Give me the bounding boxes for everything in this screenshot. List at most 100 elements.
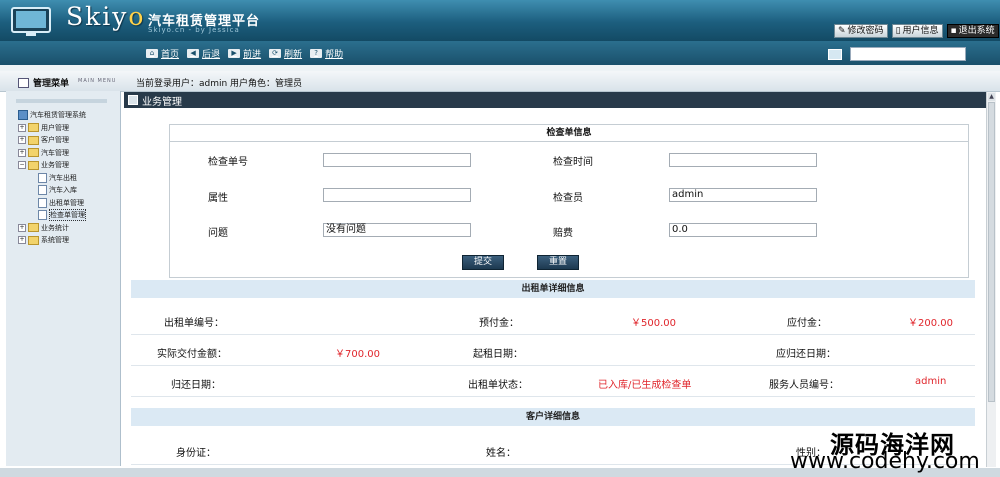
inspector-input[interactable]: admin bbox=[669, 188, 817, 202]
menu-bar: 管理菜单 MAIN MENU 当前登录用户：admin 用户角色：管理员 bbox=[0, 71, 1000, 92]
folder-icon bbox=[28, 135, 39, 145]
home-icon: ⌂ bbox=[146, 49, 158, 58]
home-link[interactable]: ⌂ 首页 bbox=[146, 47, 179, 60]
prepay-value: ￥500.00 bbox=[631, 318, 676, 329]
logout-button[interactable]: ▪ 退出系统 bbox=[946, 24, 999, 38]
current-user-info: 当前登录用户：admin 用户角色：管理员 bbox=[136, 79, 303, 89]
staff-no-label: 服务人员编号： bbox=[769, 380, 839, 391]
document-icon bbox=[38, 172, 47, 183]
main-scrollbar[interactable]: ▲ bbox=[986, 92, 996, 467]
sidebar-item-user-management[interactable]: + 用户管理 bbox=[18, 122, 86, 135]
back-link[interactable]: ◀ 后退 bbox=[187, 47, 220, 60]
open-folder-icon bbox=[28, 160, 39, 170]
sidebar: 汽车租赁管理系统 + 用户管理 + 客户管理 + 汽车管理 − 业务管理 汽车出租 汽车… bbox=[6, 91, 121, 466]
attribute-input[interactable] bbox=[323, 188, 471, 202]
document-icon bbox=[38, 197, 47, 208]
check-time-input[interactable] bbox=[669, 153, 817, 167]
sidebar-item-car-checkin[interactable]: 汽车入库 bbox=[18, 184, 86, 197]
compensation-input[interactable]: 0.0 bbox=[669, 223, 817, 237]
rental-status-label: 出租单状态： bbox=[468, 380, 528, 391]
help-icon: ? bbox=[310, 49, 323, 58]
top-links: ✎ 修改密码 ▯ 用户信息 ▪ 退出系统 bbox=[834, 24, 999, 38]
problem-label: 问题 bbox=[208, 228, 228, 239]
sidebar-item-rental-orders[interactable]: 出租单管理 bbox=[18, 197, 86, 210]
sidebar-item-inspection-orders[interactable]: 检查单管理 bbox=[18, 209, 86, 222]
tree-root[interactable]: 汽车租赁管理系统 bbox=[18, 109, 86, 122]
check-no-input[interactable] bbox=[323, 153, 471, 167]
rental-status-value: 已入库/已生成检查单 bbox=[598, 380, 692, 391]
panel-icon bbox=[128, 95, 138, 105]
sidebar-top-bar bbox=[16, 99, 107, 103]
expand-plus-icon: + bbox=[18, 223, 26, 232]
refresh-link[interactable]: ⟳ 刷新 bbox=[269, 47, 302, 60]
refresh-icon: ⟳ bbox=[269, 49, 282, 58]
check-no-label: 检查单号 bbox=[208, 157, 248, 168]
submit-button[interactable]: 提交 bbox=[462, 255, 504, 270]
table-row: 实际交付金额： ￥700.00 起租日期： 应归还日期： bbox=[131, 335, 975, 366]
forward-icon: ▶ bbox=[228, 49, 241, 58]
compensation-label: 赔费 bbox=[553, 228, 573, 239]
sidebar-item-business-stats[interactable]: + 业务统计 bbox=[18, 222, 86, 235]
logo-wordmark: Skiyo bbox=[66, 2, 146, 31]
scroll-up-arrow-icon[interactable]: ▲ bbox=[988, 93, 995, 101]
actual-paid-label: 实际交付金额： bbox=[157, 349, 227, 360]
watermark: 源码海洋网 www.codehy.com bbox=[790, 422, 1000, 477]
collapse-minus-icon: − bbox=[18, 161, 26, 170]
user-icon: ▯ bbox=[895, 26, 901, 36]
sidebar-item-customer-management[interactable]: + 客户管理 bbox=[18, 134, 86, 147]
computer-icon bbox=[18, 110, 28, 121]
reset-button[interactable]: 重置 bbox=[537, 255, 579, 270]
payable-label: 应付金： bbox=[787, 318, 827, 329]
watermark-line2: www.codehy.com bbox=[790, 449, 980, 474]
prepay-label: 预付金： bbox=[479, 318, 519, 329]
main-panel-header: 业务管理 bbox=[124, 92, 986, 108]
nav-links: ⌂ 首页 ◀ 后退 ▶ 前进 ⟳ 刷新 ? 帮助 bbox=[146, 47, 343, 60]
app-subtitle: Skiyo.cn - by Jessica bbox=[148, 26, 240, 34]
rental-no-label: 出租单编号： bbox=[164, 318, 224, 329]
staff-no-value: admin bbox=[915, 376, 947, 387]
problem-input[interactable]: 没有问题 bbox=[323, 223, 471, 237]
actual-paid-value: ￥700.00 bbox=[335, 349, 380, 360]
monitor-logo-icon bbox=[11, 7, 51, 36]
sidebar-item-system-management[interactable]: + 系统管理 bbox=[18, 234, 86, 247]
menu-title: 管理菜单 bbox=[18, 76, 69, 89]
back-icon: ◀ bbox=[187, 49, 200, 58]
sidebar-item-business-management[interactable]: − 业务管理 bbox=[18, 159, 86, 172]
document-icon bbox=[38, 210, 47, 221]
expand-plus-icon: + bbox=[18, 236, 26, 245]
expand-plus-icon: + bbox=[18, 148, 26, 157]
form-title: 检查单信息 bbox=[170, 125, 968, 142]
table-row: 归还日期： 出租单状态： 已入库/已生成检查单 服务人员编号： admin bbox=[131, 366, 975, 397]
app-header: Skiyo 汽车租赁管理平台 Skiyo.cn - by Jessica ✎ 修改… bbox=[0, 0, 1000, 41]
return-date-label: 归还日期： bbox=[171, 380, 221, 391]
rental-details-header: 出租单详细信息 bbox=[131, 280, 975, 298]
folder-icon bbox=[28, 148, 39, 158]
document-icon bbox=[38, 185, 47, 196]
menu-tree: 汽车租赁管理系统 + 用户管理 + 客户管理 + 汽车管理 − 业务管理 汽车出租 汽车… bbox=[18, 109, 86, 247]
folder-icon bbox=[28, 223, 39, 233]
user-info-button[interactable]: ▯ 用户信息 bbox=[891, 24, 943, 38]
due-date-label: 应归还日期： bbox=[776, 349, 836, 360]
sidebar-item-car-management[interactable]: + 汽车管理 bbox=[18, 147, 86, 160]
expand-plus-icon: + bbox=[18, 123, 26, 132]
change-password-button[interactable]: ✎ 修改密码 bbox=[834, 24, 888, 38]
menu-panel-icon bbox=[18, 77, 29, 88]
table-row: 出租单编号： 预付金： ￥500.00 应付金： ￥200.00 bbox=[131, 304, 975, 335]
attribute-label: 属性 bbox=[208, 193, 228, 204]
help-link[interactable]: ? 帮助 bbox=[310, 47, 343, 60]
inspector-label: 检查员 bbox=[553, 193, 583, 204]
forward-link[interactable]: ▶ 前进 bbox=[228, 47, 261, 60]
expand-plus-icon: + bbox=[18, 136, 26, 145]
scroll-thumb[interactable] bbox=[988, 102, 995, 402]
payable-value: ￥200.00 bbox=[908, 318, 953, 329]
check-time-label: 检查时间 bbox=[553, 157, 593, 168]
main-content: 检查单信息 检查单号 检查时间 属性 检查员 admin 问题 没有问题 赔费 … bbox=[124, 108, 986, 468]
inspection-form: 检查单信息 检查单号 检查时间 属性 检查员 admin 问题 没有问题 赔费 … bbox=[169, 124, 969, 278]
name-label: 姓名： bbox=[486, 448, 516, 459]
search-input[interactable] bbox=[850, 47, 966, 61]
menu-title-en: MAIN MENU bbox=[78, 78, 117, 84]
monitor-icon bbox=[828, 49, 842, 60]
sidebar-item-car-rental[interactable]: 汽车出租 bbox=[18, 172, 86, 185]
start-date-label: 起租日期： bbox=[473, 349, 523, 360]
folder-icon bbox=[28, 123, 39, 133]
